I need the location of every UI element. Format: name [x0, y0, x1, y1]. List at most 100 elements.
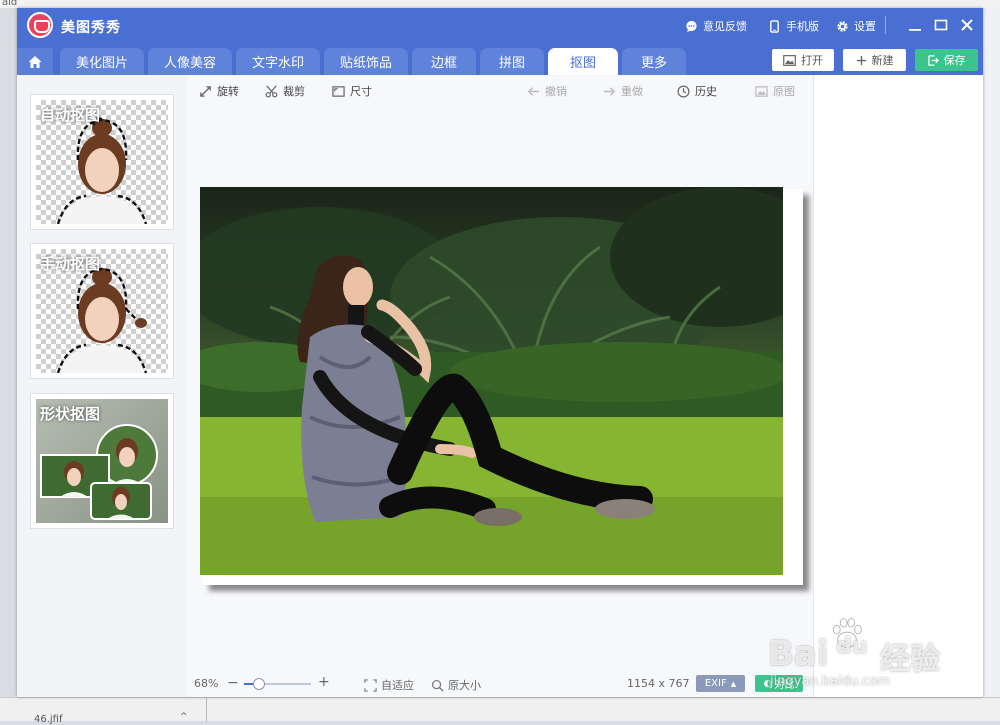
tab-cutout[interactable]: 抠图	[548, 48, 618, 75]
magnifier-icon	[431, 679, 444, 692]
clock-icon	[677, 85, 690, 97]
tab-portrait[interactable]: 人像美容	[148, 48, 232, 75]
auto-cutout-thumbnail: 自动抠图	[36, 100, 168, 224]
feedback-label: 意见反馈	[703, 20, 747, 33]
open-button[interactable]: 打开	[772, 49, 834, 71]
picture-icon	[755, 85, 768, 97]
cutout-mode-sidebar: 自动抠图 手动抠图 形状抠图	[17, 75, 187, 697]
tab-label: 边框	[430, 56, 457, 71]
mobile-link[interactable]: 手机版	[768, 18, 819, 34]
save-button[interactable]: 保存	[915, 49, 978, 71]
edit-toolbar: 旋转 裁剪 尺寸 撤销 重做 历史 原图	[187, 75, 813, 105]
zoom-out-button[interactable]: −	[227, 675, 239, 691]
baidu-watermark: Bai du 经验 jingyan.baidu.com	[768, 614, 968, 694]
app-window: 美图秀秀 意见反馈 手机版 设置 美化图片 人像美容 文字水印 贴纸饰品 边框 …	[17, 8, 983, 697]
new-button[interactable]: 新建	[843, 49, 906, 71]
maximize-button[interactable]	[932, 16, 950, 34]
manual-cutout-card[interactable]: 手动抠图	[30, 243, 174, 379]
exif-label: EXIF	[704, 678, 727, 689]
tab-more[interactable]: 更多	[622, 48, 686, 75]
tab-stickers[interactable]: 贴纸饰品	[324, 48, 408, 75]
manual-cutout-thumbnail: 手动抠图	[36, 249, 168, 373]
shape-cutout-card[interactable]: 形状抠图	[30, 393, 174, 529]
redo-label: 重做	[621, 85, 643, 98]
home-tab[interactable]	[17, 48, 53, 75]
close-icon	[961, 19, 973, 31]
minimize-button[interactable]	[906, 16, 924, 34]
tab-collage[interactable]: 拼图	[480, 48, 544, 75]
resize-button[interactable]: 尺寸	[332, 83, 372, 99]
app-logo-icon	[27, 12, 53, 38]
right-panel	[813, 75, 983, 697]
background-taskbar: 46.jfif ^	[0, 697, 1000, 725]
close-button[interactable]	[958, 16, 976, 34]
home-icon	[28, 55, 42, 68]
status-bar: 68% − + 自适应 原大小 1154 x 767 EXIF ▲ ◐ 对比	[187, 671, 813, 697]
open-label: 打开	[801, 54, 823, 67]
woman-on-grass-photo	[200, 187, 783, 575]
tab-frame[interactable]: 边框	[412, 48, 476, 75]
feedback-link[interactable]: 意见反馈	[685, 18, 747, 34]
plus-icon	[856, 55, 866, 65]
background-text-fragment: aid	[2, 0, 18, 8]
tab-label: 人像美容	[163, 56, 216, 71]
fit-label: 自适应	[381, 679, 414, 692]
zoom-in-button[interactable]: +	[318, 674, 330, 690]
undo-button[interactable]: 撤销	[527, 83, 567, 99]
zoom-slider[interactable]	[244, 678, 311, 690]
watermark-url: jingyan.baidu.com	[770, 674, 890, 689]
chat-bubble-icon	[686, 20, 697, 32]
original-button[interactable]: 原图	[755, 83, 795, 99]
settings-link[interactable]: 设置	[836, 18, 876, 34]
resize-icon	[332, 85, 345, 97]
fit-button[interactable]: 自适应	[364, 677, 414, 693]
image-canvas[interactable]	[187, 105, 813, 671]
image-icon	[783, 54, 796, 66]
title-bar: 美图秀秀 意见反馈 手机版 设置	[17, 8, 983, 46]
history-label: 历史	[695, 85, 717, 98]
tab-label: 拼图	[498, 56, 525, 71]
background-right-strip	[983, 8, 1000, 697]
redo-button[interactable]: 重做	[603, 83, 643, 99]
taskbar-file-item[interactable]: 46.jfif	[34, 714, 63, 725]
rotate-label: 旋转	[217, 85, 239, 98]
crop-label: 裁剪	[283, 85, 305, 98]
edited-photo[interactable]	[200, 187, 783, 575]
settings-label: 设置	[854, 20, 876, 33]
auto-cutout-card[interactable]: 自动抠图	[30, 94, 174, 230]
watermark-brand: Bai	[768, 634, 829, 674]
exif-button[interactable]: EXIF ▲	[696, 675, 745, 692]
image-dimensions: 1154 x 767	[627, 677, 690, 690]
zoom-slider-handle[interactable]	[252, 678, 265, 690]
history-button[interactable]: 历史	[677, 83, 717, 99]
crop-button[interactable]: 裁剪	[265, 83, 305, 99]
tab-label: 贴纸饰品	[339, 56, 392, 71]
new-label: 新建	[871, 54, 894, 67]
minimize-icon	[909, 29, 921, 31]
shape-cutout-thumbnail: 形状抠图	[36, 399, 168, 523]
tab-label: 更多	[640, 56, 667, 71]
phone-icon	[770, 19, 779, 33]
rotate-button[interactable]: 旋转	[199, 83, 239, 99]
caret-up-icon: ▲	[730, 679, 737, 688]
undo-label: 撤销	[545, 85, 567, 98]
tab-label: 文字水印	[251, 56, 304, 71]
background-window-strip: aid	[0, 0, 1000, 8]
zoom-percent: 68%	[194, 677, 219, 690]
undo-arrow-icon	[527, 86, 540, 96]
actual-size-button[interactable]: 原大小	[431, 677, 481, 693]
export-icon	[927, 54, 939, 66]
scissors-icon	[265, 85, 278, 97]
main-tab-bar: 美化图片 人像美容 文字水印 贴纸饰品 边框 拼图 抠图 更多 打开 新建 保存	[17, 46, 983, 75]
watermark-cn: 经验	[880, 642, 940, 677]
save-label: 保存	[943, 54, 966, 67]
tab-label: 抠图	[569, 56, 596, 71]
watermark-du: du	[836, 634, 868, 659]
mobile-label: 手机版	[786, 20, 819, 33]
maximize-icon	[934, 19, 948, 31]
gear-icon	[837, 20, 848, 32]
redo-arrow-icon	[603, 86, 616, 96]
shape-cutout-label: 形状抠图	[40, 405, 101, 423]
tab-beautify[interactable]: 美化图片	[60, 48, 144, 75]
tab-text-watermark[interactable]: 文字水印	[236, 48, 320, 75]
